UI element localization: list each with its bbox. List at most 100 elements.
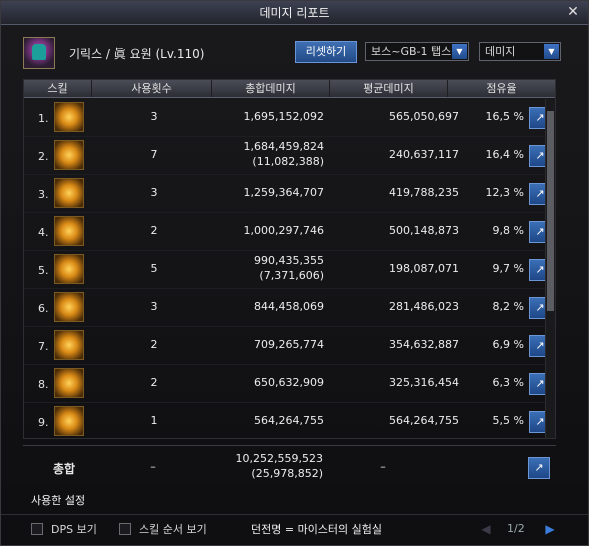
next-page-icon[interactable]: ▶ — [541, 520, 559, 538]
table-row: 8. 2 650,632,909 325,316,454 6,3 % ↗ — [24, 365, 555, 403]
character-name: 기릭스 / 眞 요원 (Lv.110) — [69, 47, 205, 61]
use-count: 2 — [150, 376, 158, 389]
damage-share: 6,9 % — [492, 338, 524, 351]
average-damage: 500,148,873 — [389, 224, 459, 237]
column-header-total: 총합데미지 — [212, 80, 330, 97]
damage-share: 8,2 % — [492, 300, 524, 313]
damage-share: 12,3 % — [485, 186, 524, 199]
mode-select[interactable]: 데미지 ▼ — [479, 42, 561, 61]
window-title: 데미지 리포트 — [259, 6, 330, 20]
row-number: 5. — [38, 264, 49, 277]
damage-share: 9,8 % — [492, 224, 524, 237]
pagination: ◀ 1/2 ▶ — [471, 519, 581, 541]
table-row: 2. 7 1,684,459,824 (11,082,388) 240,637,… — [24, 137, 555, 175]
column-header-share: 점유율 — [486, 82, 517, 95]
table-row: 3. 3 1,259,364,707 419,788,235 12,3 % ↗ — [24, 175, 555, 213]
table-row: 6. 3 844,458,069 281,486,023 8,2 % ↗ — [24, 289, 555, 327]
share-icon[interactable]: ↗ — [528, 457, 550, 479]
dps-view-label: DPS 보기 — [51, 523, 97, 536]
total-damage: 1,000,297,746 — [243, 224, 324, 237]
total-damage: 650,632,909 — [254, 376, 324, 389]
average-damage: 281,486,023 — [389, 300, 459, 313]
total-damage: 1,695,152,092 — [243, 110, 324, 123]
total-label: 총합 — [53, 462, 76, 476]
used-settings-tab[interactable]: 사용한 설정 — [31, 490, 115, 512]
bottom-bar: DPS 보기 스킬 순서 보기 던전명 = 마이스터의 실험실 ◀ 1/2 ▶ — [1, 514, 588, 544]
report-header: 기릭스 / 眞 요원 (Lv.110) 리셋하기 보스~GB-1 탭스 ▼ 데미… — [23, 37, 571, 71]
row-number: 1. — [38, 112, 49, 125]
dps-view-checkbox[interactable] — [31, 523, 43, 535]
use-count: 7 — [150, 148, 158, 161]
total-damage-detail: (7,371,606) — [259, 269, 324, 282]
use-count: 2 — [150, 338, 158, 351]
reset-button[interactable]: 리셋하기 — [295, 41, 357, 63]
total-average: – — [380, 460, 386, 473]
total-damage: 1,684,459,824 — [243, 140, 324, 153]
scrollbar-thumb[interactable] — [547, 111, 554, 311]
close-icon[interactable]: ✕ — [564, 3, 582, 21]
page-indicator: 1/2 — [507, 522, 525, 535]
boss-select[interactable]: 보스~GB-1 탭스 ▼ — [365, 42, 469, 61]
average-damage: 240,637,117 — [389, 148, 459, 161]
row-number: 3. — [38, 188, 49, 201]
skill-icon — [54, 292, 84, 322]
mode-select-value: 데미지 — [485, 45, 516, 58]
damage-share: 9,7 % — [492, 262, 524, 275]
column-header-count: 사용횟수 — [92, 80, 212, 97]
use-count: 5 — [150, 262, 158, 275]
average-damage: 325,316,454 — [389, 376, 459, 389]
title-bar: 데미지 리포트 ✕ — [1, 1, 588, 25]
skill-icon — [54, 140, 84, 170]
average-damage: 564,264,755 — [389, 414, 459, 427]
skill-icon — [54, 178, 84, 208]
dungeon-name: 던전명 = 마이스터의 실험실 — [251, 523, 383, 536]
row-number: 4. — [38, 226, 49, 239]
boss-select-value: 보스~GB-1 탭스 — [371, 45, 452, 58]
total-damage-sum: 10,252,559,523 — [235, 452, 323, 465]
table-header: 스킬 사용횟수 총합데미지 평균데미지 점유율 — [24, 80, 555, 98]
damage-share: 16,4 % — [485, 148, 524, 161]
total-count: – — [150, 460, 156, 473]
total-damage-detail: (25,978,852) — [251, 467, 323, 480]
total-damage: 564,264,755 — [254, 414, 324, 427]
average-damage: 419,788,235 — [389, 186, 459, 199]
damage-share: 16,5 % — [485, 110, 524, 123]
skill-icon — [54, 406, 84, 436]
use-count: 2 — [150, 224, 158, 237]
row-number: 2. — [38, 150, 49, 163]
damage-report-window: 데미지 리포트 ✕ 기릭스 / 眞 요원 (Lv.110) 리셋하기 보스~GB… — [0, 0, 589, 546]
column-header-skill: 스킬 — [24, 80, 92, 97]
damage-share: 5,5 % — [492, 414, 524, 427]
skill-order-checkbox[interactable] — [119, 523, 131, 535]
total-damage-detail: (11,082,388) — [252, 155, 324, 168]
skill-icon — [54, 254, 84, 284]
average-damage: 354,632,887 — [389, 338, 459, 351]
average-damage: 565,050,697 — [389, 110, 459, 123]
skill-icon — [54, 368, 84, 398]
column-header-average: 평균데미지 — [330, 80, 448, 97]
skill-damage-table: 스킬 사용횟수 총합데미지 평균데미지 점유율 1. 3 1,695,152,0… — [23, 79, 556, 439]
damage-share: 6,3 % — [492, 376, 524, 389]
table-scrollbar[interactable] — [545, 99, 555, 438]
total-damage: 844,458,069 — [254, 300, 324, 313]
skill-icon — [54, 102, 84, 132]
total-damage: 1,259,364,707 — [243, 186, 324, 199]
skill-order-label: 스킬 순서 보기 — [139, 523, 207, 536]
previous-page-icon[interactable]: ◀ — [477, 520, 495, 538]
total-row: 총합 – 10,252,559,523 (25,978,852) – ↗ — [23, 445, 556, 489]
table-row: 5. 5 990,435,355 (7,371,606) 198,087,071… — [24, 251, 555, 289]
skill-icon — [54, 330, 84, 360]
skill-icon — [54, 216, 84, 246]
total-damage: 990,435,355 — [254, 254, 324, 267]
table-row: 4. 2 1,000,297,746 500,148,873 9,8 % ↗ — [24, 213, 555, 251]
table-row: 1. 3 1,695,152,092 565,050,697 16,5 % ↗ — [24, 99, 555, 137]
table-row: 9. 1 564,264,755 564,264,755 5,5 % ↗ — [24, 403, 555, 441]
character-avatar — [23, 37, 55, 69]
row-number: 7. — [38, 340, 49, 353]
chevron-down-icon: ▼ — [544, 44, 559, 59]
use-count: 3 — [150, 110, 158, 123]
use-count: 3 — [150, 300, 158, 313]
row-number: 8. — [38, 378, 49, 391]
row-number: 9. — [38, 416, 49, 429]
row-number: 6. — [38, 302, 49, 315]
